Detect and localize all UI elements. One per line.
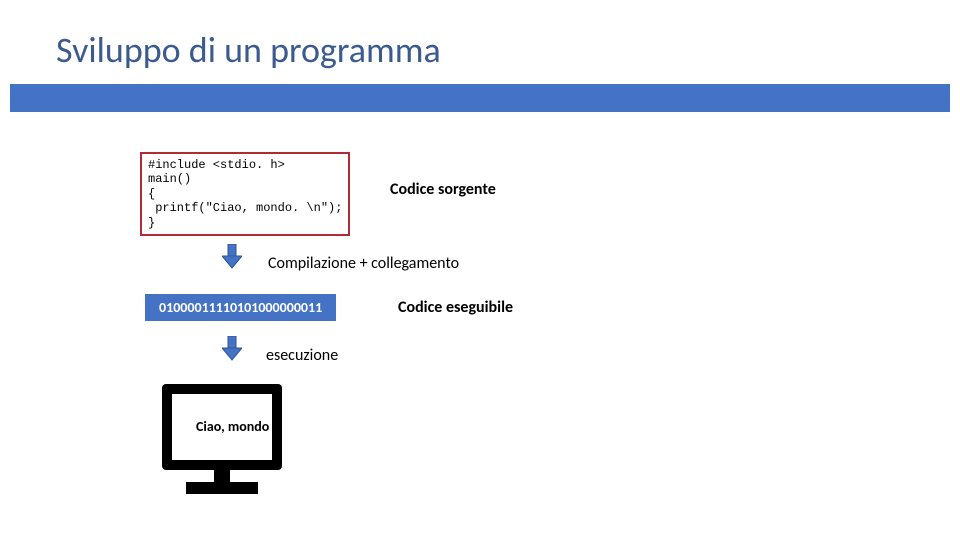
page-title: Sviluppo di un programma <box>56 28 441 72</box>
execution-step-label: esecuzione <box>266 346 338 365</box>
title-underline-bar <box>10 84 950 112</box>
compile-step-label: Compilazione + collegamento <box>268 254 459 273</box>
source-code-box: #include <stdio. h> main() { printf("Cia… <box>140 152 350 236</box>
binary-code-box: 01000011110101000000011 <box>145 294 336 321</box>
source-code-text: #include <stdio. h> main() { printf("Cia… <box>148 158 342 230</box>
monitor-icon <box>142 378 302 508</box>
monitor-output-text: Ciao, mondo <box>196 418 269 435</box>
arrow-down-icon <box>222 244 242 270</box>
arrow-down-icon <box>222 336 242 362</box>
source-code-label: Codice sorgente <box>390 180 496 199</box>
executable-label: Codice eseguibile <box>398 298 513 317</box>
